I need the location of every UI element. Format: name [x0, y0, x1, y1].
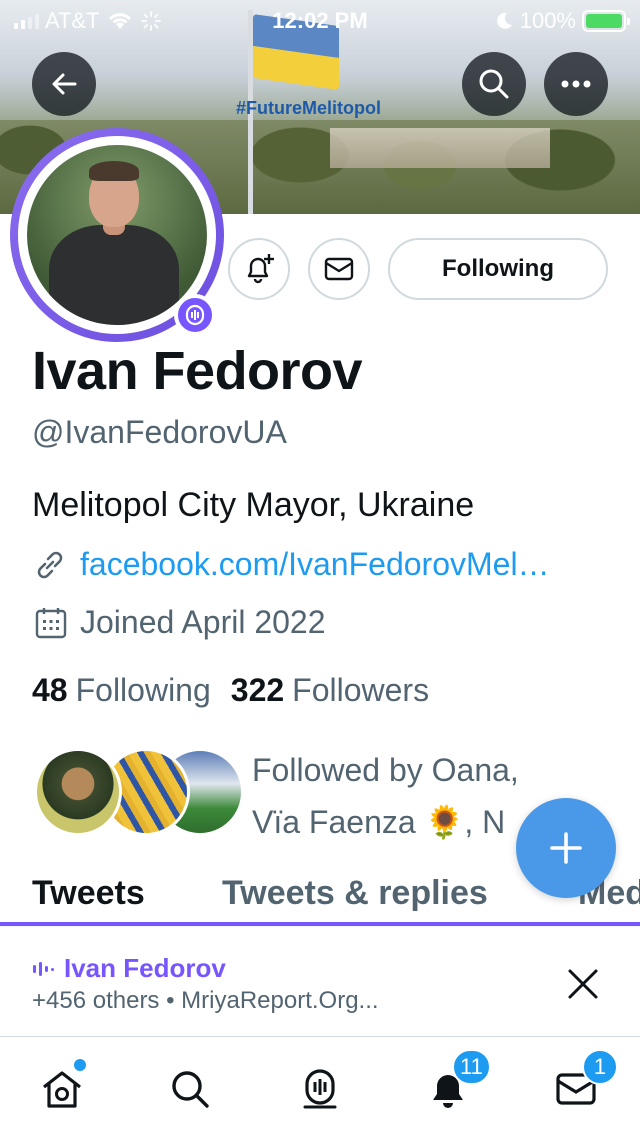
notifications-badge: 11 [452, 1049, 491, 1085]
search-icon [172, 1071, 209, 1108]
message-button[interactable] [308, 238, 370, 300]
follow-counts: 48 Following 322 Followers [32, 672, 429, 709]
avatar [34, 748, 122, 836]
nav-explore[interactable] [160, 1059, 220, 1119]
avatar-photo [27, 145, 207, 325]
followed-by-text[interactable]: Followed by Oana, Vïa Faenza 🌻, N [252, 744, 519, 848]
spaces-close-button[interactable] [560, 961, 606, 1007]
plus-icon [550, 832, 582, 864]
tab-tweets[interactable]: Tweets [32, 874, 145, 913]
more-options-button[interactable] [544, 52, 608, 116]
joined-row: Joined April 2022 [34, 604, 326, 641]
notifications-subscribe-button[interactable] [228, 238, 290, 300]
status-bar: AT&T 12:02 PM 100% [0, 0, 640, 40]
bottom-navigation: 11 1 [0, 1036, 640, 1136]
nav-home[interactable] [32, 1059, 92, 1119]
spaces-meta: +456 others • MriyaReport.Org... [32, 987, 379, 1014]
nav-notifications[interactable]: 11 [418, 1049, 491, 1119]
banner-hashtag: #FutureMelitopol [236, 98, 381, 118]
profile-link-row: facebook.com/IvanFedorovMel… [32, 546, 550, 583]
tab-tweets-replies[interactable]: Tweets & replies [222, 874, 488, 913]
spaces-host-name: Ivan Fedorov [64, 953, 226, 983]
messages-badge: 1 [582, 1049, 618, 1085]
spaces-live-badge[interactable] [174, 294, 216, 336]
spaces-icon [303, 1069, 337, 1109]
spaces-dock[interactable]: Ivan Fedorov +456 others • MriyaReport.O… [0, 926, 640, 1036]
profile-handle: @IvanFedorovUA [32, 414, 287, 450]
search-button[interactable] [462, 52, 526, 116]
spaces-host-row: Ivan Fedorov [32, 953, 226, 984]
home-icon [43, 1071, 81, 1108]
battery-percent: 100% [519, 8, 576, 33]
calendar-icon [35, 607, 67, 638]
profile-name: Ivan Fedorov [32, 341, 363, 401]
nav-spaces[interactable] [290, 1059, 350, 1119]
spaces-icon [185, 304, 205, 326]
battery-icon [582, 10, 630, 32]
following-button[interactable]: Following [388, 238, 608, 300]
close-icon [568, 969, 598, 999]
profile-bio: Melitopol City Mayor, Ukraine [32, 486, 475, 524]
home-new-indicator [74, 1059, 86, 1071]
more-dots-icon [561, 80, 591, 88]
compose-tweet-button[interactable] [516, 798, 616, 898]
link-icon [37, 551, 63, 578]
profile-website-link[interactable]: facebook.com/IvanFedorovMel… [80, 546, 550, 583]
followers-count-link[interactable]: 322 Followers [231, 672, 429, 709]
back-button[interactable] [32, 52, 96, 116]
joined-date: Joined April 2022 [80, 604, 326, 640]
audio-wave-icon [33, 961, 54, 976]
bell-plus-icon [247, 254, 274, 284]
following-count-link[interactable]: 48 Following [32, 672, 211, 709]
moon-icon [496, 12, 512, 29]
followed-by-avatars[interactable] [34, 748, 244, 838]
envelope-icon [324, 257, 354, 281]
nav-messages[interactable]: 1 [546, 1049, 618, 1119]
arrow-left-icon [52, 73, 77, 95]
search-icon [479, 69, 509, 99]
